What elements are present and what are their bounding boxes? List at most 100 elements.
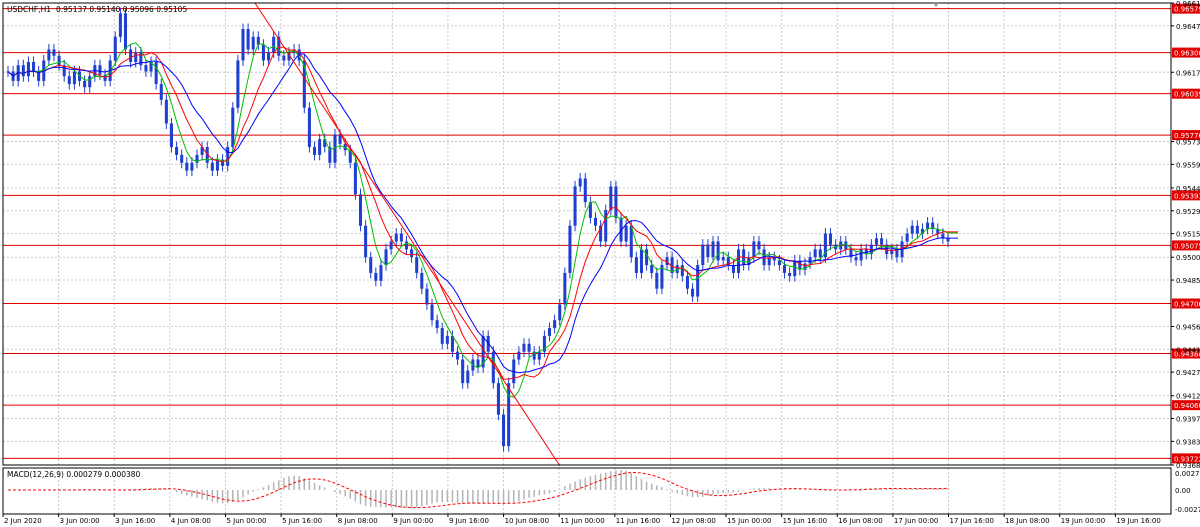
candle-body [394,233,398,242]
price-tick-label: 0.95440 [1176,185,1200,193]
candle-body [782,265,787,273]
candle-body [379,265,383,281]
candle-body [496,383,500,415]
level-tag-text: 0.95075 [1174,242,1200,250]
candle-body [353,162,357,195]
candle-body [813,249,817,258]
candle-body [563,272,567,305]
time-tick-label: 8 Jun 08:00 [338,517,378,525]
price-tick-label: 0.95000 [1176,254,1200,262]
candle-body [445,335,449,344]
candle-body [701,244,705,266]
time-tick-label: 19 Jun 00:00 [1061,517,1105,525]
symbol-label: USDCHF,H1 [7,5,51,14]
candle-body [685,276,689,289]
level-tag-text: 0.96300 [1174,50,1200,58]
candle-body [507,383,511,447]
price-tick-label: 0.93680 [1176,462,1200,470]
candle-body [547,328,552,336]
candle-body [144,65,148,72]
candle-body [757,241,761,250]
candle-body [859,249,863,261]
candle-body [624,225,628,242]
time-tick-label: 5 Jun 00:00 [226,517,266,525]
candle-body [634,257,638,273]
candle-body [369,257,373,273]
macd-label: MACD(12,26,9) 0.000279 0.000380 [7,470,141,479]
candle-body [420,272,424,289]
candle-body [527,343,531,352]
price-chart[interactable]: 0.965790.963000.960390.957760.953930.950… [0,0,1200,527]
candle-body [67,76,71,85]
time-tick-label: 12 Jun 08:00 [671,517,715,525]
candle-body [154,62,158,85]
level-tag-text: 0.94706 [1174,300,1200,308]
candle-body [415,257,419,273]
candle-body [752,241,756,258]
candle-body [461,359,465,384]
price-tick-label: 0.95295 [1176,208,1200,216]
header: USDCHF,H1 0.95137 0.95140 0.95096 0.9510… [7,5,187,14]
candle-body [880,238,884,245]
candle-body [226,147,230,166]
price-tick-label: 0.96470 [1176,23,1200,31]
candle-body [788,272,792,277]
price-tick-label: 0.95590 [1176,161,1200,169]
candle-body [926,222,930,229]
candle-body [706,244,710,258]
candle-body [711,241,715,258]
time-tick-label: 19 Jun 16:00 [1116,517,1160,525]
price-tick-label: 0.95150 [1176,231,1200,239]
candle-body [425,288,429,305]
candle-body [553,320,557,329]
candle-body [828,233,833,245]
level-tag-text: 0.96039 [1174,91,1200,99]
candle-body [691,288,695,297]
candle-body [180,154,184,163]
time-tick-label: 10 Jun 08:00 [505,517,549,525]
time-tick-label: 15 Jun 16:00 [783,517,827,525]
candle-body [123,13,128,50]
time-tick-label: 17 Jun 16:00 [950,517,994,525]
candle-body [246,28,250,50]
candle-body [384,249,388,266]
candle-body [655,272,659,289]
candle-body [210,162,214,171]
candle-body [57,55,61,66]
price-tick-label: 0.95735 [1176,139,1200,147]
candle-body [21,65,25,77]
candle-body [593,217,598,226]
candle-body [568,225,572,273]
candle-body [721,257,725,261]
candle-body [307,107,311,148]
candle-body [885,244,889,255]
price-tick-label: 0.93830 [1176,438,1200,446]
price-tick-label: 0.93975 [1176,416,1200,424]
candle-body [466,370,470,384]
candle-body [650,265,654,273]
candle-body [374,272,378,281]
candle-body [854,257,858,261]
price-tick-label: 0.96175 [1176,69,1200,77]
price-tick-label: 0.94415 [1176,346,1200,354]
candle-body [312,147,317,155]
time-tick-label: 9 Jun 16:00 [449,517,489,525]
candle-body [491,351,495,384]
candle-body [83,80,87,88]
candle-body [645,249,649,266]
level-tag-text: 0.94060 [1174,402,1200,410]
candle-body [118,13,122,37]
candle-body [169,123,174,148]
candle-body [88,76,92,88]
time-tick-label: 11 Jun 16:00 [616,517,660,525]
candle-body [716,241,720,261]
price-tick-label: 0.96615 [1176,0,1200,8]
level-tag-text: 0.95393 [1174,192,1200,200]
price-axis[interactable]: 0.96615 0.96470 0.96175 0.95735 0.95590 0.954… [1171,0,1200,470]
candle-body [256,36,260,45]
candle-body [236,60,240,108]
candle-body [185,162,189,171]
time-tick-label: 15 Jun 00:00 [727,517,771,525]
candle-body [583,178,587,203]
candle-body [159,84,163,100]
